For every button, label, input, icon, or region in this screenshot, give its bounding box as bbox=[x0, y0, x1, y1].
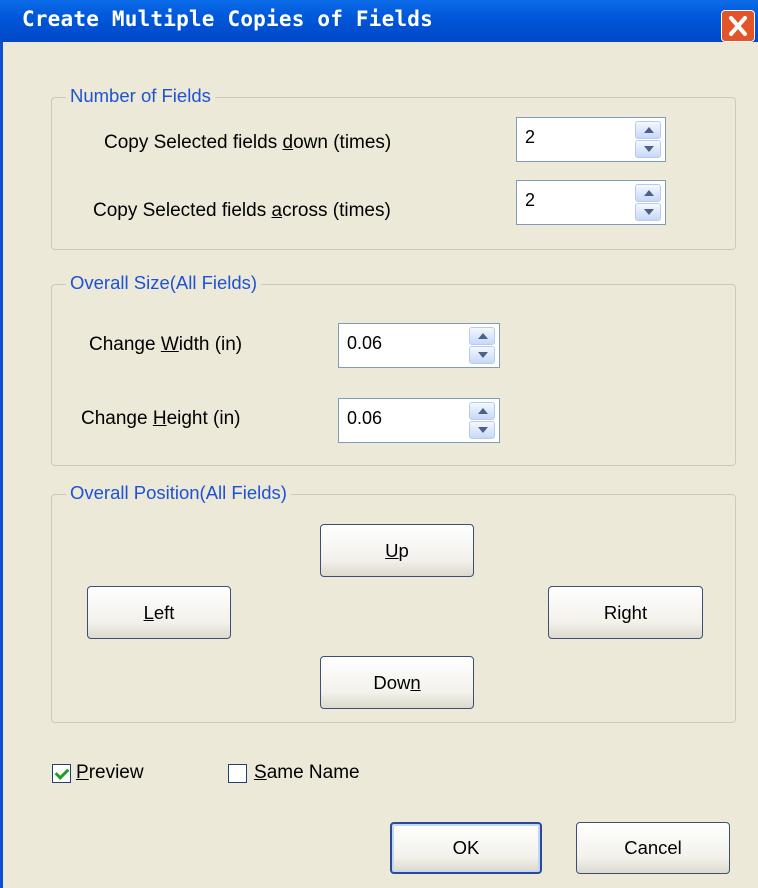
title-bar[interactable]: Create Multiple Copies of Fields bbox=[0, 0, 758, 42]
checkmark-icon bbox=[54, 765, 70, 780]
move-down-button[interactable]: Down bbox=[320, 656, 474, 709]
same-name-checkbox[interactable] bbox=[228, 764, 247, 783]
ok-button[interactable]: OK bbox=[390, 822, 542, 874]
change-height-value[interactable]: 0.06 bbox=[347, 408, 382, 429]
change-width-stepper[interactable]: 0.06 bbox=[338, 323, 500, 368]
overall-size-legend: Overall Size(All Fields) bbox=[66, 272, 262, 294]
copy-down-increment[interactable] bbox=[635, 121, 661, 139]
chevron-down-icon bbox=[644, 146, 654, 152]
move-right-button[interactable]: Right bbox=[548, 586, 703, 639]
copy-down-decrement[interactable] bbox=[635, 140, 661, 158]
chevron-up-icon bbox=[478, 333, 488, 339]
number-of-fields-legend: Number of Fields bbox=[66, 85, 215, 107]
preview-label[interactable]: Preview bbox=[76, 762, 144, 784]
same-name-label[interactable]: Same Name bbox=[254, 762, 360, 784]
change-height-decrement[interactable] bbox=[469, 421, 495, 439]
copy-across-label: Copy Selected fields across (times) bbox=[93, 200, 391, 221]
copy-across-value[interactable]: 2 bbox=[525, 190, 535, 211]
change-width-label: Change Width (in) bbox=[89, 334, 243, 355]
change-height-label: Change Height (in) bbox=[81, 408, 241, 429]
dialog-window: Create Multiple Copies of Fields Number … bbox=[0, 0, 758, 888]
move-left-button[interactable]: Left bbox=[87, 586, 231, 639]
chevron-up-icon bbox=[478, 408, 488, 414]
chevron-down-icon bbox=[478, 427, 488, 433]
change-height-increment[interactable] bbox=[469, 402, 495, 420]
chevron-down-icon bbox=[478, 352, 488, 358]
chevron-up-icon bbox=[644, 190, 654, 196]
close-icon bbox=[729, 16, 747, 36]
copy-down-value[interactable]: 2 bbox=[525, 127, 535, 148]
chevron-up-icon bbox=[644, 127, 654, 133]
overall-position-legend: Overall Position(All Fields) bbox=[66, 482, 291, 504]
change-width-value[interactable]: 0.06 bbox=[347, 333, 382, 354]
copy-across-stepper[interactable]: 2 bbox=[516, 180, 666, 225]
move-up-button[interactable]: Up bbox=[320, 524, 474, 577]
change-width-decrement[interactable] bbox=[469, 346, 495, 364]
copy-across-decrement[interactable] bbox=[635, 203, 661, 221]
copy-down-label: Copy Selected fields down (times) bbox=[104, 132, 392, 153]
window-title: Create Multiple Copies of Fields bbox=[22, 7, 433, 31]
copy-down-stepper[interactable]: 2 bbox=[516, 117, 666, 162]
chevron-down-icon bbox=[644, 209, 654, 215]
cancel-button[interactable]: Cancel bbox=[576, 822, 730, 874]
close-button[interactable] bbox=[721, 10, 755, 42]
preview-checkbox[interactable] bbox=[52, 764, 71, 783]
copy-across-increment[interactable] bbox=[635, 184, 661, 202]
change-height-stepper[interactable]: 0.06 bbox=[338, 398, 500, 443]
change-width-increment[interactable] bbox=[469, 327, 495, 345]
